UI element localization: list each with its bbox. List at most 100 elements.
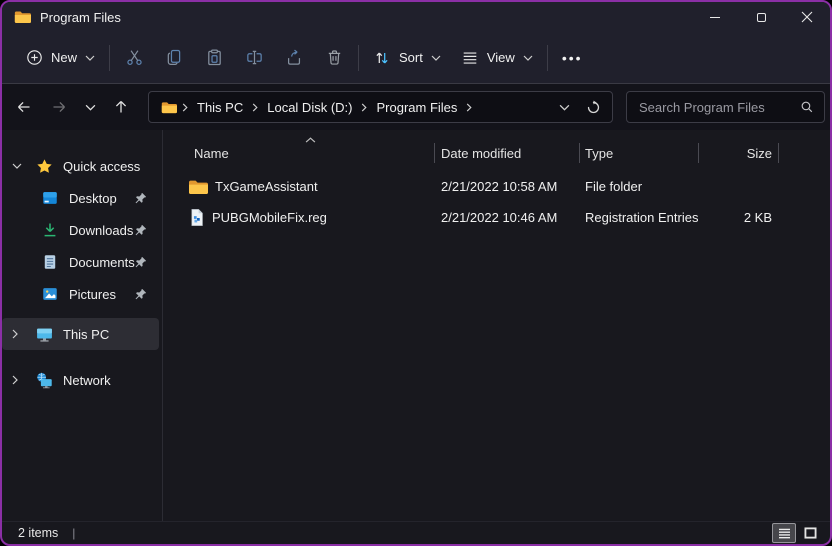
close-icon bbox=[801, 11, 813, 23]
pin-icon bbox=[134, 256, 147, 269]
paste-button[interactable] bbox=[194, 41, 234, 75]
window-title: Program Files bbox=[40, 10, 121, 25]
chevron-right-icon[interactable] bbox=[249, 103, 261, 112]
sidebar-item-network[interactable]: Network bbox=[2, 364, 159, 396]
minimize-button[interactable] bbox=[692, 2, 738, 32]
up-button[interactable] bbox=[107, 92, 135, 122]
chevron-down-icon[interactable] bbox=[12, 163, 34, 169]
arrow-right-icon bbox=[51, 99, 67, 115]
details-view-button[interactable] bbox=[772, 523, 796, 543]
pin-icon bbox=[134, 288, 147, 301]
cut-button[interactable] bbox=[114, 41, 154, 75]
search-input[interactable] bbox=[637, 99, 800, 116]
chevron-down-icon bbox=[431, 55, 441, 61]
minimize-icon bbox=[710, 17, 720, 18]
toolbar-separator bbox=[358, 45, 359, 71]
column-headers: Name Date modified Type Size bbox=[163, 140, 830, 166]
chevron-right-icon[interactable] bbox=[179, 103, 191, 112]
pin-icon bbox=[134, 224, 147, 237]
pictures-icon bbox=[40, 284, 60, 304]
sort-arrows-icon bbox=[373, 49, 391, 67]
view-button[interactable]: View bbox=[451, 43, 543, 73]
forward-button[interactable] bbox=[45, 92, 73, 122]
file-date-modified: 2/21/2022 10:58 AM bbox=[435, 179, 580, 194]
breadcrumb-local-disk-d[interactable]: Local Disk (D:) bbox=[261, 97, 358, 118]
items-count: 2 items bbox=[18, 526, 58, 540]
toolbar-separator bbox=[109, 45, 110, 71]
copy-icon bbox=[165, 48, 184, 67]
column-header-size[interactable]: Size bbox=[699, 140, 779, 166]
file-type: Registration Entries bbox=[580, 210, 699, 225]
sidebar-item-documents[interactable]: Documents bbox=[2, 246, 159, 278]
address-dropdown-button[interactable] bbox=[556, 104, 573, 111]
desktop-icon bbox=[40, 188, 60, 208]
refresh-button[interactable] bbox=[583, 100, 604, 115]
close-button[interactable] bbox=[784, 2, 830, 32]
recent-locations-button[interactable] bbox=[80, 92, 100, 122]
file-name: PUBGMobileFix.reg bbox=[212, 210, 327, 225]
arrow-up-icon bbox=[113, 99, 129, 115]
breadcrumb-this-pc[interactable]: This PC bbox=[191, 97, 249, 118]
rename-button[interactable] bbox=[234, 41, 274, 75]
copy-button[interactable] bbox=[154, 41, 194, 75]
sidebar-item-downloads[interactable]: Downloads bbox=[2, 214, 159, 246]
chevron-down-icon bbox=[523, 55, 533, 61]
sidebar-item-quick-access[interactable]: Quick access bbox=[2, 150, 159, 182]
status-bar: 2 items | bbox=[2, 521, 830, 544]
search-icon bbox=[800, 100, 814, 114]
chevron-right-icon[interactable] bbox=[12, 329, 34, 339]
breadcrumb-bar[interactable]: This PC Local Disk (D:) Program Files bbox=[148, 91, 613, 123]
sidebar-item-label: Quick access bbox=[63, 159, 140, 174]
sidebar: Quick access Desktop Downloads Documents… bbox=[2, 130, 162, 521]
thumbnails-view-icon bbox=[804, 527, 817, 539]
scissors-icon bbox=[125, 48, 144, 67]
location-folder-icon[interactable] bbox=[159, 101, 179, 114]
sidebar-item-this-pc[interactable]: This PC bbox=[2, 318, 159, 350]
thumbnails-view-button[interactable] bbox=[798, 523, 822, 543]
back-button[interactable] bbox=[10, 92, 38, 122]
sort-button-label: Sort bbox=[399, 50, 423, 65]
sidebar-item-pictures[interactable]: Pictures bbox=[2, 278, 159, 310]
file-type: File folder bbox=[580, 179, 699, 194]
file-size: 2 KB bbox=[699, 210, 779, 225]
sidebar-item-label: Documents bbox=[69, 255, 135, 270]
registry-file-icon bbox=[188, 208, 205, 227]
file-date-modified: 2/21/2022 10:46 AM bbox=[435, 210, 580, 225]
maximize-icon bbox=[757, 13, 766, 22]
new-button[interactable]: New bbox=[16, 43, 105, 72]
share-icon bbox=[285, 48, 304, 67]
file-list: Name Date modified Type Size TxGameAssis… bbox=[163, 130, 830, 521]
sidebar-item-label: Pictures bbox=[69, 287, 116, 302]
maximize-button[interactable] bbox=[738, 2, 784, 32]
title-bar[interactable]: Program Files bbox=[2, 2, 830, 32]
address-bar: This PC Local Disk (D:) Program Files bbox=[2, 84, 830, 130]
chevron-right-icon[interactable] bbox=[463, 103, 475, 112]
chevron-right-icon[interactable] bbox=[12, 375, 34, 385]
share-button[interactable] bbox=[274, 41, 314, 75]
file-row[interactable]: PUBGMobileFix.reg 2/21/2022 10:46 AM Reg… bbox=[163, 202, 830, 233]
more-dots-icon: ••• bbox=[562, 51, 583, 65]
chevron-down-icon bbox=[85, 55, 95, 61]
delete-button[interactable] bbox=[314, 41, 354, 75]
star-icon bbox=[34, 156, 54, 176]
folder-icon bbox=[14, 10, 31, 24]
more-options-button[interactable]: ••• bbox=[552, 45, 593, 71]
file-explorer-window: Program Files New bbox=[0, 0, 832, 546]
breadcrumb-program-files[interactable]: Program Files bbox=[370, 97, 463, 118]
column-header-type[interactable]: Type bbox=[580, 140, 699, 166]
content-area: Quick access Desktop Downloads Documents… bbox=[2, 130, 830, 521]
search-box bbox=[626, 91, 825, 123]
chevron-down-icon bbox=[85, 104, 96, 111]
column-header-name[interactable]: Name bbox=[163, 140, 435, 166]
toolbar-separator bbox=[547, 45, 548, 71]
file-row[interactable]: TxGameAssistant 2/21/2022 10:58 AM File … bbox=[163, 171, 830, 202]
sort-button[interactable]: Sort bbox=[363, 43, 451, 73]
sidebar-item-desktop[interactable]: Desktop bbox=[2, 182, 159, 214]
chevron-right-icon[interactable] bbox=[358, 103, 370, 112]
sidebar-item-label: Downloads bbox=[69, 223, 133, 238]
column-header-date-modified[interactable]: Date modified bbox=[435, 140, 580, 166]
trash-icon bbox=[325, 48, 344, 67]
paste-icon bbox=[205, 48, 224, 67]
downloads-icon bbox=[40, 220, 60, 240]
new-button-label: New bbox=[51, 50, 77, 65]
